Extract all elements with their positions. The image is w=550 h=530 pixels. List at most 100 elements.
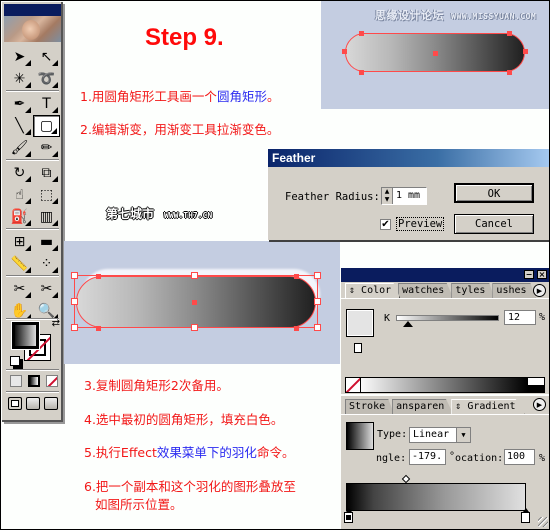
resize-handle[interactable] bbox=[71, 324, 78, 331]
scissors-tool[interactable]: ✂ bbox=[33, 278, 60, 300]
center-point[interactable] bbox=[192, 300, 197, 305]
instruction-text: 命令。 bbox=[256, 445, 295, 460]
gradient-preview-swatch[interactable] bbox=[346, 422, 374, 450]
spin-up-icon[interactable]: ▲ bbox=[382, 188, 392, 196]
type-tool[interactable]: T bbox=[33, 93, 60, 115]
resize-handle[interactable] bbox=[191, 272, 198, 279]
anchor-point[interactable] bbox=[342, 49, 347, 54]
resize-grip-icon[interactable] bbox=[538, 517, 548, 527]
gradient-panel: Stroke ansparen ⇕ Gradient ▶ Type: Linea… bbox=[341, 396, 550, 529]
magic-wand-tool[interactable]: ✳ bbox=[6, 68, 33, 90]
angle-input[interactable]: -179. bbox=[409, 449, 446, 465]
slice-tool[interactable]: ✂ bbox=[6, 278, 33, 300]
type-label: Type: bbox=[377, 429, 408, 440]
resize-handle[interactable] bbox=[314, 324, 321, 331]
color-spectrum-ramp[interactable] bbox=[345, 377, 545, 393]
column-graph-tool[interactable]: ▥ bbox=[33, 206, 60, 228]
dialog-title[interactable]: Feather bbox=[268, 149, 550, 167]
panel-title-bar[interactable]: − × bbox=[341, 268, 550, 282]
feather-radius-input[interactable]: 1 mm bbox=[393, 188, 423, 204]
preview-label[interactable]: Preview bbox=[396, 217, 445, 231]
tab-transparency[interactable]: ansparen bbox=[392, 399, 454, 414]
anchor-point[interactable] bbox=[294, 326, 299, 331]
tab-gradient[interactable]: ⇕ Gradient bbox=[451, 399, 525, 414]
warp-tool[interactable]: ☝ bbox=[6, 184, 33, 206]
panel-menu-icon[interactable]: ▶ bbox=[533, 284, 546, 297]
resize-handle[interactable] bbox=[314, 272, 321, 279]
rounded-rectangle-tool[interactable]: ▢ bbox=[33, 115, 60, 137]
feather-radius-spinner[interactable]: ▲ ▼ 1 mm bbox=[381, 187, 427, 205]
cancel-button[interactable]: Cancel bbox=[454, 214, 534, 234]
free-transform-tool[interactable]: ⬚ bbox=[33, 184, 60, 206]
tab-styles[interactable]: tyles bbox=[451, 283, 495, 298]
default-fill-stroke-icon[interactable] bbox=[10, 356, 20, 366]
anchor-point[interactable] bbox=[96, 274, 101, 279]
gradient-slider-bar[interactable] bbox=[346, 483, 526, 511]
location-input[interactable]: 100 bbox=[504, 449, 535, 465]
blend-tool[interactable]: ⁘ bbox=[33, 253, 60, 275]
direct-selection-tool[interactable]: ↖ bbox=[33, 46, 60, 68]
feather-dialog: Feather Feather Radius: ▲ ▼ 1 mm OK Canc… bbox=[267, 148, 550, 240]
fill-swatch[interactable] bbox=[12, 322, 39, 349]
chevron-down-icon[interactable]: ▼ bbox=[456, 428, 470, 442]
full-screen-mode-button[interactable] bbox=[44, 397, 58, 410]
paintbrush-tool[interactable]: 🖌 bbox=[6, 137, 33, 159]
gradient-stop-black[interactable] bbox=[344, 508, 353, 523]
center-point[interactable] bbox=[433, 51, 438, 56]
none-color-icon[interactable] bbox=[346, 378, 361, 392]
full-screen-menu-mode-button[interactable] bbox=[26, 397, 40, 410]
swap-fill-stroke-icon[interactable]: ⇄ bbox=[52, 318, 60, 329]
ok-button[interactable]: OK bbox=[454, 183, 534, 203]
line-segment-tool[interactable]: ╲ bbox=[6, 115, 33, 137]
pen-tool[interactable]: ✒ bbox=[6, 93, 33, 115]
tab-color[interactable]: ⇕ Color bbox=[345, 283, 401, 298]
toolbox-title-bar[interactable] bbox=[4, 4, 61, 16]
anchor-point[interactable] bbox=[507, 70, 512, 75]
gradient-type-select[interactable]: Linear ▼ bbox=[409, 427, 471, 443]
anchor-point[interactable] bbox=[96, 326, 101, 331]
instruction-highlight: 圆角矩形 bbox=[216, 89, 267, 104]
tab-stroke[interactable]: Stroke bbox=[345, 399, 395, 414]
anchor-point[interactable] bbox=[294, 274, 299, 279]
k-channel-input[interactable]: 12 bbox=[504, 310, 536, 325]
instruction-highlight: 效果菜单下的 bbox=[156, 445, 232, 460]
spin-down-icon[interactable]: ▼ bbox=[382, 196, 392, 204]
gradient-stop-white[interactable] bbox=[521, 508, 530, 523]
gradient-midpoint-diamond[interactable] bbox=[401, 474, 411, 484]
measure-tool[interactable]: 📏 bbox=[6, 253, 33, 275]
none-mode-button[interactable] bbox=[46, 375, 58, 387]
hand-icon: ✋ bbox=[10, 303, 29, 319]
anchor-point[interactable] bbox=[507, 31, 512, 36]
scale-icon: ⧉ bbox=[41, 165, 52, 181]
tab-brushes[interactable]: ushes bbox=[492, 283, 536, 298]
anchor-point[interactable] bbox=[359, 31, 364, 36]
gradient-mode-button[interactable] bbox=[28, 375, 40, 387]
instruction-text: 。 bbox=[266, 89, 280, 104]
gradient-tool[interactable]: ▬ bbox=[33, 231, 60, 253]
direct-selection-icon: ↖ bbox=[40, 49, 53, 65]
resize-handle[interactable] bbox=[71, 298, 78, 305]
panel-menu-icon[interactable]: ▶ bbox=[533, 398, 546, 411]
resize-handle[interactable] bbox=[191, 324, 198, 331]
preview-checkbox[interactable]: ✔ bbox=[380, 219, 391, 230]
symbol-sprayer-tool[interactable]: ⛽ bbox=[6, 206, 33, 228]
scale-tool[interactable]: ⧉ bbox=[33, 162, 60, 184]
anchor-point[interactable] bbox=[523, 49, 528, 54]
resize-handle[interactable] bbox=[71, 272, 78, 279]
close-icon[interactable]: × bbox=[537, 270, 547, 279]
selection-tool[interactable]: ➤ bbox=[6, 46, 33, 68]
minimize-icon[interactable]: − bbox=[524, 270, 534, 279]
pencil-tool[interactable]: ✏ bbox=[33, 137, 60, 159]
k-slider-thumb[interactable] bbox=[403, 321, 414, 327]
current-color-swatch[interactable] bbox=[346, 309, 374, 337]
color-mode-button[interactable] bbox=[10, 375, 22, 387]
lasso-tool[interactable]: ➰ bbox=[33, 68, 60, 90]
white-swatch[interactable] bbox=[528, 378, 544, 385]
resize-handle[interactable] bbox=[314, 298, 321, 305]
mesh-tool[interactable]: ⊞ bbox=[6, 231, 33, 253]
tab-swatches[interactable]: watches bbox=[398, 283, 454, 298]
gamut-warning-icon[interactable] bbox=[354, 343, 362, 353]
anchor-point[interactable] bbox=[359, 70, 364, 75]
rotate-tool[interactable]: ↻ bbox=[6, 162, 33, 184]
standard-screen-mode-button[interactable] bbox=[8, 397, 22, 410]
